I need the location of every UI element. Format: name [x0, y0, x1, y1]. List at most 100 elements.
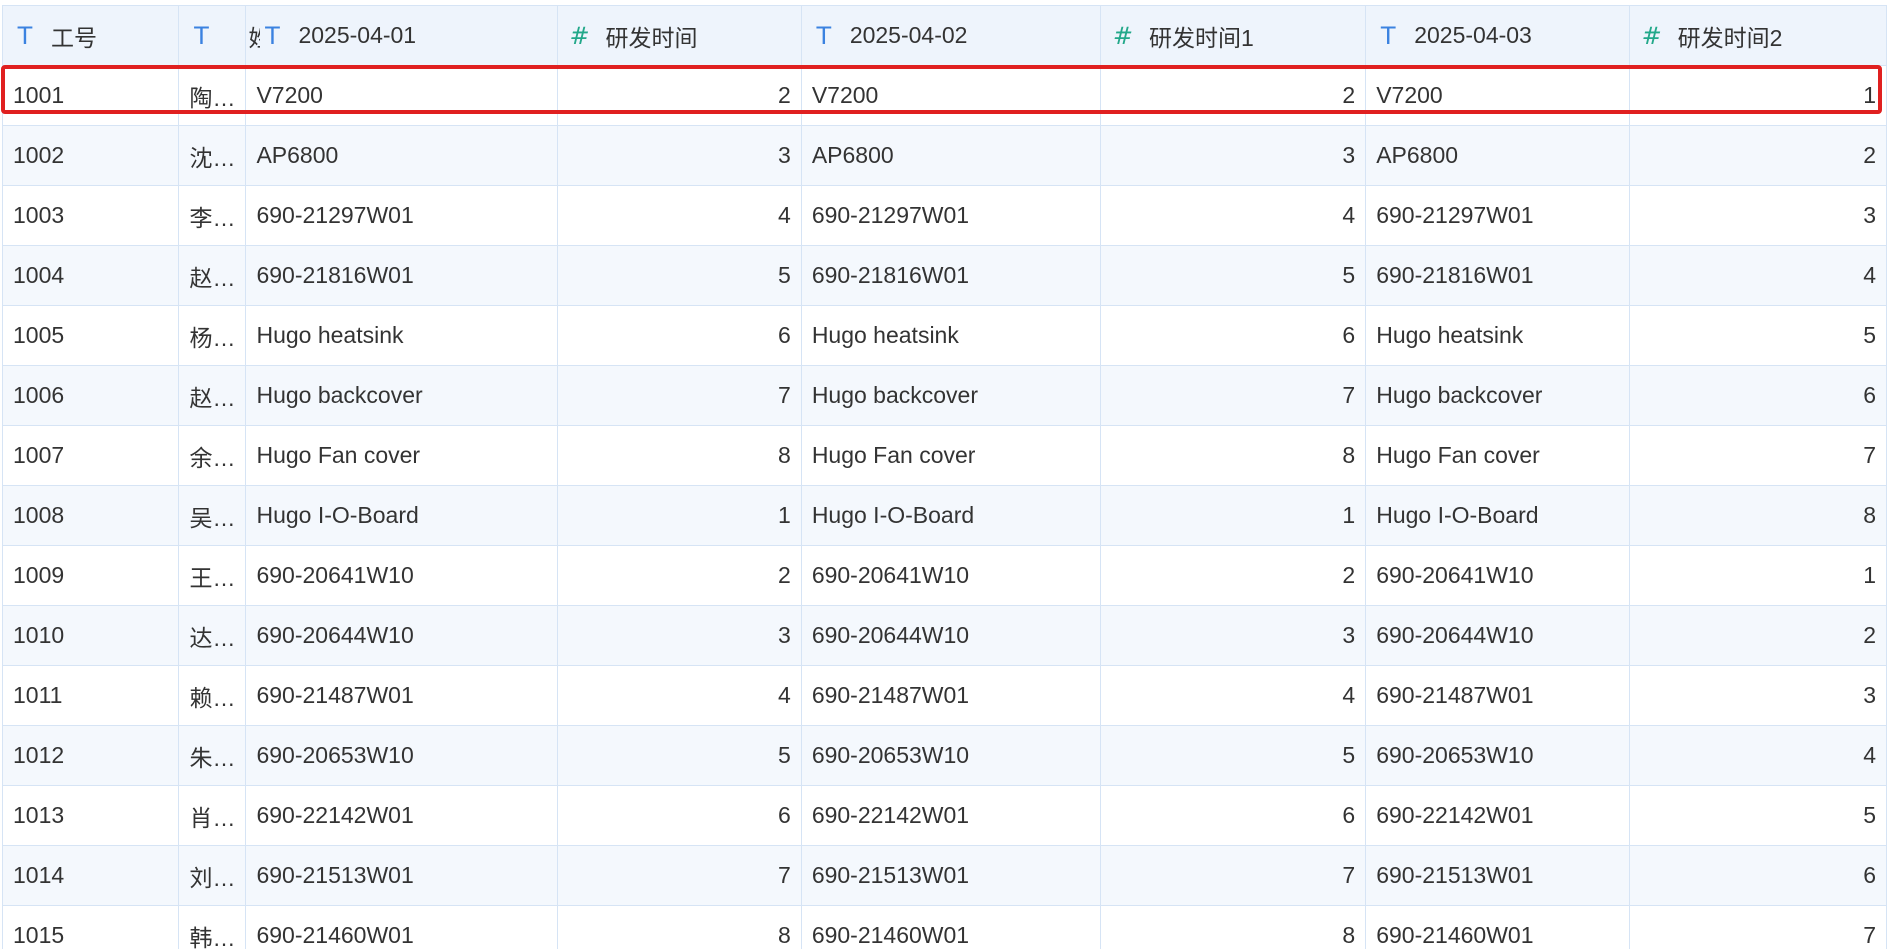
table-cell[interactable]: Hugo backcover [1365, 365, 1630, 426]
table-cell[interactable]: 690-22142W01 [800, 785, 1101, 846]
table-cell[interactable]: 4 [1099, 185, 1367, 246]
table-cell[interactable]: 4 [1099, 665, 1367, 726]
table-cell[interactable]: 赵… [178, 245, 247, 306]
table-cell[interactable]: 6 [1099, 305, 1367, 366]
table-cell[interactable]: 690-21460W01 [800, 905, 1101, 949]
column-header-3[interactable]: # 研发时间 [556, 5, 802, 66]
table-cell[interactable]: 7 [556, 845, 802, 906]
table-row[interactable]: 1008 吴… Hugo I-O-Board 1 Hugo I-O-Board 1 Hugo… [1, 485, 1887, 546]
table-cell[interactable]: 3 [1628, 665, 1887, 726]
table-cell[interactable]: 1008 [1, 485, 180, 546]
column-header-6[interactable]: T 2025-04-03 [1365, 5, 1630, 66]
table-cell[interactable]: Hugo backcover [245, 365, 558, 426]
column-header-4[interactable]: T 2025-04-02 [800, 5, 1101, 66]
table-cell[interactable]: 1 [1628, 545, 1887, 606]
table-cell[interactable]: 杨… [178, 305, 247, 366]
table-cell[interactable]: V7200 [245, 65, 558, 126]
table-cell[interactable]: 1002 [1, 125, 180, 186]
table-cell[interactable]: 1006 [1, 365, 180, 426]
table-cell[interactable]: Hugo Fan cover [800, 425, 1101, 486]
table-cell[interactable]: 1015 [1, 905, 180, 949]
table-cell[interactable]: V7200 [800, 65, 1101, 126]
table-cell[interactable]: 690-21513W01 [1365, 845, 1630, 906]
table-row[interactable]: 1006 赵… Hugo backcover 7 Hugo backcover 7 Hugo… [1, 365, 1887, 426]
table-row[interactable]: 1014 刘… 690-21513W01 7 690-21513W01 7 690-2151… [1, 845, 1887, 906]
table-cell[interactable]: 1010 [1, 605, 180, 666]
table-cell[interactable]: 沈… [178, 125, 247, 186]
table-cell[interactable]: 1001 [1, 65, 180, 126]
table-cell[interactable]: Hugo Fan cover [245, 425, 558, 486]
table-cell[interactable]: 3 [1628, 185, 1887, 246]
column-header-2[interactable]: 姓T 2025-04-01 [245, 5, 558, 66]
table-cell[interactable]: 4 [556, 185, 802, 246]
table-cell[interactable]: 3 [556, 125, 802, 186]
table-row[interactable]: 1009 王… 690-20641W10 2 690-20641W10 2 690-2064… [1, 545, 1887, 606]
table-cell[interactable]: 690-21460W01 [1365, 905, 1630, 949]
table-cell[interactable]: 690-21297W01 [245, 185, 558, 246]
table-cell[interactable]: 王… [178, 545, 247, 606]
table-cell[interactable]: 4 [1628, 725, 1887, 786]
table-cell[interactable]: Hugo I-O-Board [1365, 485, 1630, 546]
table-cell[interactable]: 690-21513W01 [245, 845, 558, 906]
table-cell[interactable]: AP6800 [1365, 125, 1630, 186]
table-cell[interactable]: 690-21297W01 [800, 185, 1101, 246]
table-cell[interactable]: 1014 [1, 845, 180, 906]
table-row[interactable]: 1015 韩… 690-21460W01 8 690-21460W01 8 690-2146… [1, 905, 1887, 949]
table-cell[interactable]: 690-20644W10 [800, 605, 1101, 666]
table-cell[interactable]: 1004 [1, 245, 180, 306]
table-cell[interactable]: 690-21460W01 [245, 905, 558, 949]
table-cell[interactable]: 8 [556, 905, 802, 949]
table-cell[interactable]: 690-20653W10 [245, 725, 558, 786]
table-cell[interactable]: 6 [556, 305, 802, 366]
table-cell[interactable]: 朱… [178, 725, 247, 786]
table-cell[interactable]: 5 [556, 725, 802, 786]
table-cell[interactable]: AP6800 [800, 125, 1101, 186]
table-cell[interactable]: AP6800 [245, 125, 558, 186]
table-row[interactable]: 1013 肖… 690-22142W01 6 690-22142W01 6 690-2214… [1, 785, 1887, 846]
table-cell[interactable]: 3 [1099, 125, 1367, 186]
table-cell[interactable]: 690-21816W01 [245, 245, 558, 306]
table-cell[interactable]: 5 [1628, 305, 1887, 366]
table-row[interactable]: 1002 沈… AP6800 3 AP6800 3 AP6800 2 [1, 125, 1887, 186]
table-cell[interactable]: 肖… [178, 785, 247, 846]
table-cell[interactable]: 李… [178, 185, 247, 246]
table-cell[interactable]: 690-21487W01 [1365, 665, 1630, 726]
table-cell[interactable]: 1 [556, 485, 802, 546]
column-header-0[interactable]: T 工号 [1, 5, 180, 66]
table-cell[interactable]: 7 [1628, 425, 1887, 486]
table-cell[interactable]: 6 [1628, 365, 1887, 426]
table-cell[interactable]: 1009 [1, 545, 180, 606]
table-cell[interactable]: 1003 [1, 185, 180, 246]
table-row[interactable]: 1004 赵… 690-21816W01 5 690-21816W01 5 690-2181… [1, 245, 1887, 306]
table-cell[interactable]: 1013 [1, 785, 180, 846]
table-cell[interactable]: Hugo heatsink [245, 305, 558, 366]
table-cell[interactable]: Hugo heatsink [800, 305, 1101, 366]
table-cell[interactable]: 达… [178, 605, 247, 666]
table-cell[interactable]: 1007 [1, 425, 180, 486]
table-cell[interactable]: Hugo backcover [800, 365, 1101, 426]
table-cell[interactable]: 690-20641W10 [245, 545, 558, 606]
table-cell[interactable]: 4 [556, 665, 802, 726]
table-cell[interactable]: 1012 [1, 725, 180, 786]
table-cell[interactable]: 690-21816W01 [1365, 245, 1630, 306]
table-cell[interactable]: 690-21487W01 [800, 665, 1101, 726]
table-cell[interactable]: 7 [1628, 905, 1887, 949]
table-cell[interactable]: 5 [1099, 245, 1367, 306]
table-cell[interactable]: 690-21513W01 [800, 845, 1101, 906]
table-cell[interactable]: 3 [1099, 605, 1367, 666]
table-cell[interactable]: 2 [1628, 125, 1887, 186]
table-cell[interactable]: 赵… [178, 365, 247, 426]
table-cell[interactable]: Hugo heatsink [1365, 305, 1630, 366]
table-cell[interactable]: 1005 [1, 305, 180, 366]
table-cell[interactable]: 1 [1099, 485, 1367, 546]
table-cell[interactable]: 2 [1628, 605, 1887, 666]
table-cell[interactable]: 690-20653W10 [800, 725, 1101, 786]
table-cell[interactable]: 1 [1628, 65, 1887, 126]
table-row[interactable]: 1005 杨… Hugo heatsink 6 Hugo heatsink 6 Hugo h… [1, 305, 1887, 366]
table-row[interactable]: 1003 李… 690-21297W01 4 690-21297W01 4 690-2129… [1, 185, 1887, 246]
table-cell[interactable]: 4 [1628, 245, 1887, 306]
table-cell[interactable]: 2 [1099, 65, 1367, 126]
table-cell[interactable]: 690-21816W01 [800, 245, 1101, 306]
table-cell[interactable]: 6 [556, 785, 802, 846]
table-cell[interactable]: 5 [1628, 785, 1887, 846]
